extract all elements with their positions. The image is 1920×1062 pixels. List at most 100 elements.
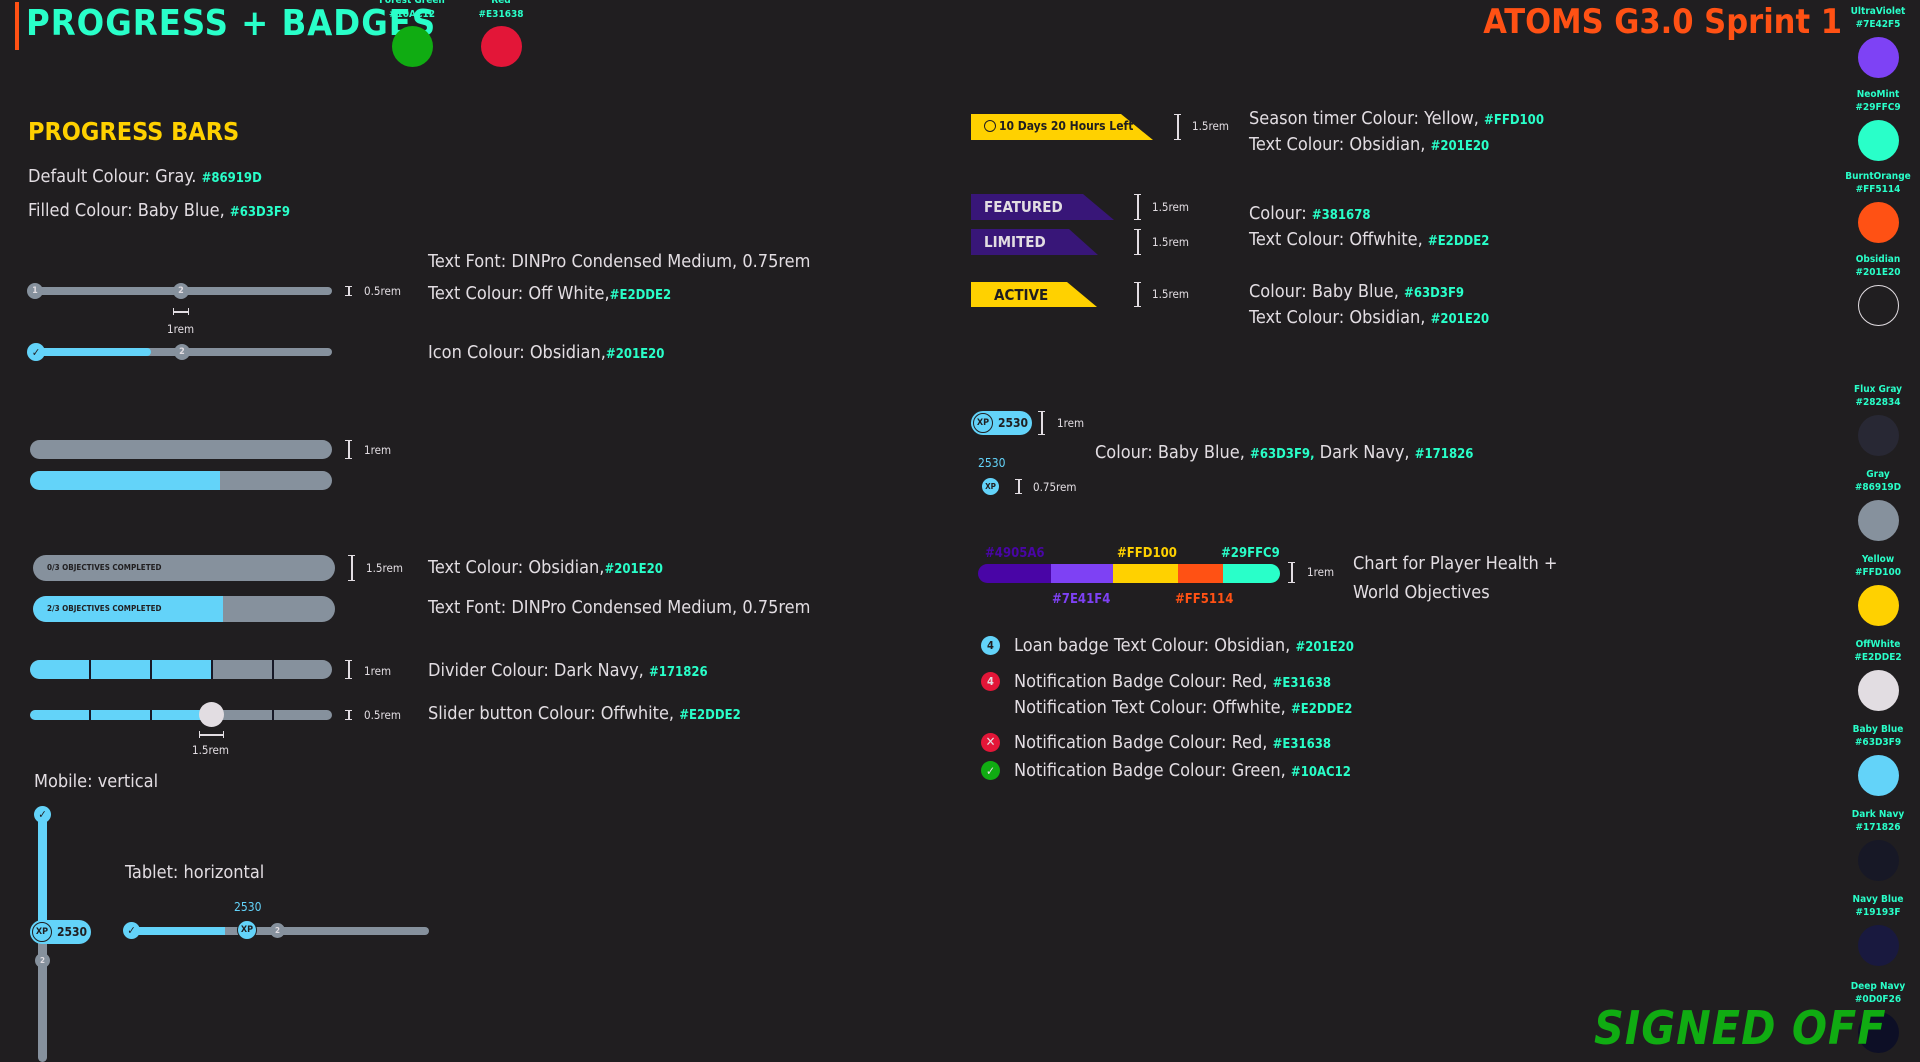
segment-divider xyxy=(89,710,91,720)
progress-node-check: ✓ xyxy=(27,343,45,361)
segmented-progress-bar xyxy=(30,660,332,679)
bar-segment-4905a6 xyxy=(978,564,1051,583)
xp-value-above: 2530 xyxy=(234,900,262,914)
vertical-fill xyxy=(38,812,47,930)
tablet-label: Tablet: horizontal xyxy=(125,862,265,883)
slider-track[interactable] xyxy=(30,710,332,720)
segment-divider xyxy=(272,710,274,720)
swatch-circle xyxy=(1857,37,1899,78)
featured-badge: FEATURED xyxy=(971,194,1114,220)
measure-label: 1.5rem xyxy=(366,561,403,575)
bar-segment-7e41f4 xyxy=(1051,564,1113,583)
hex-value: #63D3F9 xyxy=(1404,286,1465,301)
hex-value: #171826 xyxy=(1414,447,1474,462)
palette-navy-blue: Navy Blue #19193F xyxy=(1838,893,1918,966)
error-badge-label: Notification Badge Colour: Red, #E31638 xyxy=(1014,732,1331,753)
label-text: Notification Badge Colour: Green, xyxy=(1014,760,1286,781)
health-objectives-bar xyxy=(978,564,1280,583)
segment-divider xyxy=(150,660,152,679)
hex-value: #171826 xyxy=(648,665,708,680)
xp-value: 2530 xyxy=(57,925,88,939)
hex-value: #E31638 xyxy=(1272,676,1332,691)
label-text: Text Colour: Offwhite, xyxy=(1249,229,1423,250)
measure-marker xyxy=(199,731,224,738)
bar-segment-ff5114 xyxy=(1178,564,1223,583)
measure-marker xyxy=(345,710,352,720)
loan-badge: 4 xyxy=(981,636,1000,655)
swatch-circle xyxy=(391,26,433,67)
chart-hex-e: #FF5114 xyxy=(1175,592,1234,607)
measure-marker xyxy=(345,440,352,459)
project-title: ATOMS G3.0 Sprint 1 xyxy=(1483,2,1842,42)
top-swatch-forest-green: Forest Green #10AC12 xyxy=(371,0,453,67)
success-badge-label: Notification Badge Colour: Green, #10AC1… xyxy=(1014,760,1351,781)
swatch-name: Baby Blue xyxy=(1852,724,1904,735)
label-text: Filled Colour: Baby Blue, xyxy=(28,200,225,221)
segment-divider xyxy=(272,660,274,679)
measure-marker xyxy=(345,286,352,296)
hex-value: #86919D xyxy=(201,171,262,186)
swatch-circle xyxy=(1857,285,1899,326)
swatch-hex: #29FFC9 xyxy=(1855,102,1901,113)
section-heading-progress: PROGRESS BARS xyxy=(28,117,240,146)
mobile-label: Mobile: vertical xyxy=(34,771,159,792)
xp-icon-small: XP xyxy=(981,477,1000,496)
swatch-circle xyxy=(1857,925,1899,966)
swatch-name: BurntOrange xyxy=(1845,171,1911,182)
progress-bar-filled xyxy=(30,471,332,490)
check-icon: ✓ xyxy=(981,761,1000,780)
swatch-circle xyxy=(1857,670,1899,711)
obj-text-font-label: Text Font: DINPro Condensed Medium, 0.75… xyxy=(428,597,811,618)
timer-desc-2: Text Colour: Obsidian, #201E20 xyxy=(1249,134,1489,155)
swatch-name: Deep Navy xyxy=(1850,981,1906,992)
progress-node-2: 2 xyxy=(270,923,285,938)
xp-icon: XP xyxy=(237,920,257,940)
objectives-text: 2/3 OBJECTIVES COMPLETED xyxy=(47,604,162,613)
featured-colour-label: Colour: #381678 xyxy=(1249,203,1370,224)
signed-off-stamp: SIGNED OFF xyxy=(1594,1001,1887,1055)
objectives-text: 0/3 OBJECTIVES COMPLETED xyxy=(47,563,162,572)
swatch-name: Forest Green xyxy=(379,0,445,6)
swatch-circle xyxy=(1857,840,1899,881)
swatch-circle xyxy=(480,26,522,67)
measure-label: 1.5rem xyxy=(1192,119,1229,133)
hex-value: #201E20 xyxy=(1430,139,1490,154)
palette-ultraviolet: UltraViolet #7E42F5 xyxy=(1838,5,1918,78)
palette-obsidian: Obsidian #201E20 xyxy=(1838,253,1918,326)
measure-marker xyxy=(345,660,352,679)
hex-value: #E2DDE2 xyxy=(609,288,672,303)
swatch-hex: #171826 xyxy=(1855,822,1901,833)
palette-yellow: Yellow #FFD100 xyxy=(1838,553,1918,626)
palette-dark-navy: Dark Navy #171826 xyxy=(1838,808,1918,881)
hex-value: #201E20 xyxy=(604,562,663,577)
swatch-name: UltraViolet xyxy=(1850,6,1906,17)
palette-offwhite: OffWhite #E2DDE2 xyxy=(1838,638,1918,711)
swatch-circle xyxy=(1857,755,1899,796)
swatch-circle xyxy=(1857,120,1899,161)
xp-value-small: 2530 xyxy=(978,456,1006,470)
label-text: Text Colour: Obsidian, xyxy=(428,557,605,578)
swatch-hex: #E31638 xyxy=(478,9,524,20)
label-text: Icon Colour: Obsidian, xyxy=(428,342,606,363)
swatch-name: NeoMint xyxy=(1856,89,1900,100)
chart-title: Chart for Player Health + World Objectiv… xyxy=(1353,553,1558,603)
active-text: ACTIVE xyxy=(994,286,1049,304)
notification-text-label: Notification Text Colour: Offwhite, #E2D… xyxy=(1014,697,1352,718)
slider-thumb[interactable] xyxy=(199,702,224,727)
chart-hex-c: #29FFC9 xyxy=(1221,546,1280,561)
notification-badge-label: Notification Badge Colour: Red, #E31638 xyxy=(1014,671,1331,692)
chart-hex-d: #7E41F4 xyxy=(1052,592,1111,607)
progress-fill xyxy=(30,471,221,490)
progress-node-1: 1 xyxy=(27,283,43,299)
swatch-hex: #86919D xyxy=(1854,482,1902,493)
swatch-hex: #7E42F5 xyxy=(1855,19,1901,30)
measure-label: 0.5rem xyxy=(364,708,401,722)
icon-colour-label: Icon Colour: Obsidian,#201E20 xyxy=(428,342,664,363)
swatch-name: Dark Navy xyxy=(1851,809,1905,820)
measure-marker xyxy=(1038,411,1045,435)
label-text: Text Colour: Obsidian, xyxy=(1249,134,1426,155)
season-timer-badge: 10 Days 20 Hours Left xyxy=(971,114,1153,140)
label-text: Notification Badge Colour: Red, xyxy=(1014,732,1268,753)
label-text: Loan badge Text Colour: Obsidian, xyxy=(1014,635,1291,656)
measure-label: 1rem xyxy=(364,664,392,678)
